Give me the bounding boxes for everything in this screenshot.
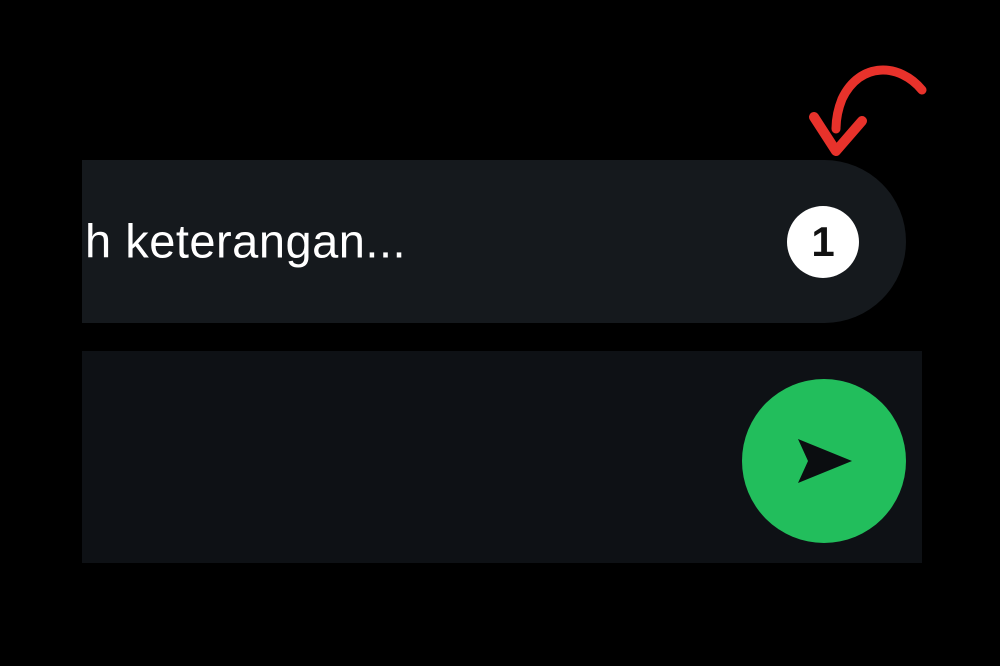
caption-input-bar[interactable]: h keterangan... 1: [82, 160, 906, 323]
view-once-button[interactable]: 1: [787, 206, 859, 278]
send-bar: [82, 351, 922, 563]
send-icon: [798, 439, 852, 483]
curved-arrow-icon: [809, 65, 927, 156]
caption-input-text[interactable]: h keterangan...: [85, 213, 406, 268]
view-once-label: 1: [811, 218, 835, 265]
send-button[interactable]: [742, 379, 906, 543]
